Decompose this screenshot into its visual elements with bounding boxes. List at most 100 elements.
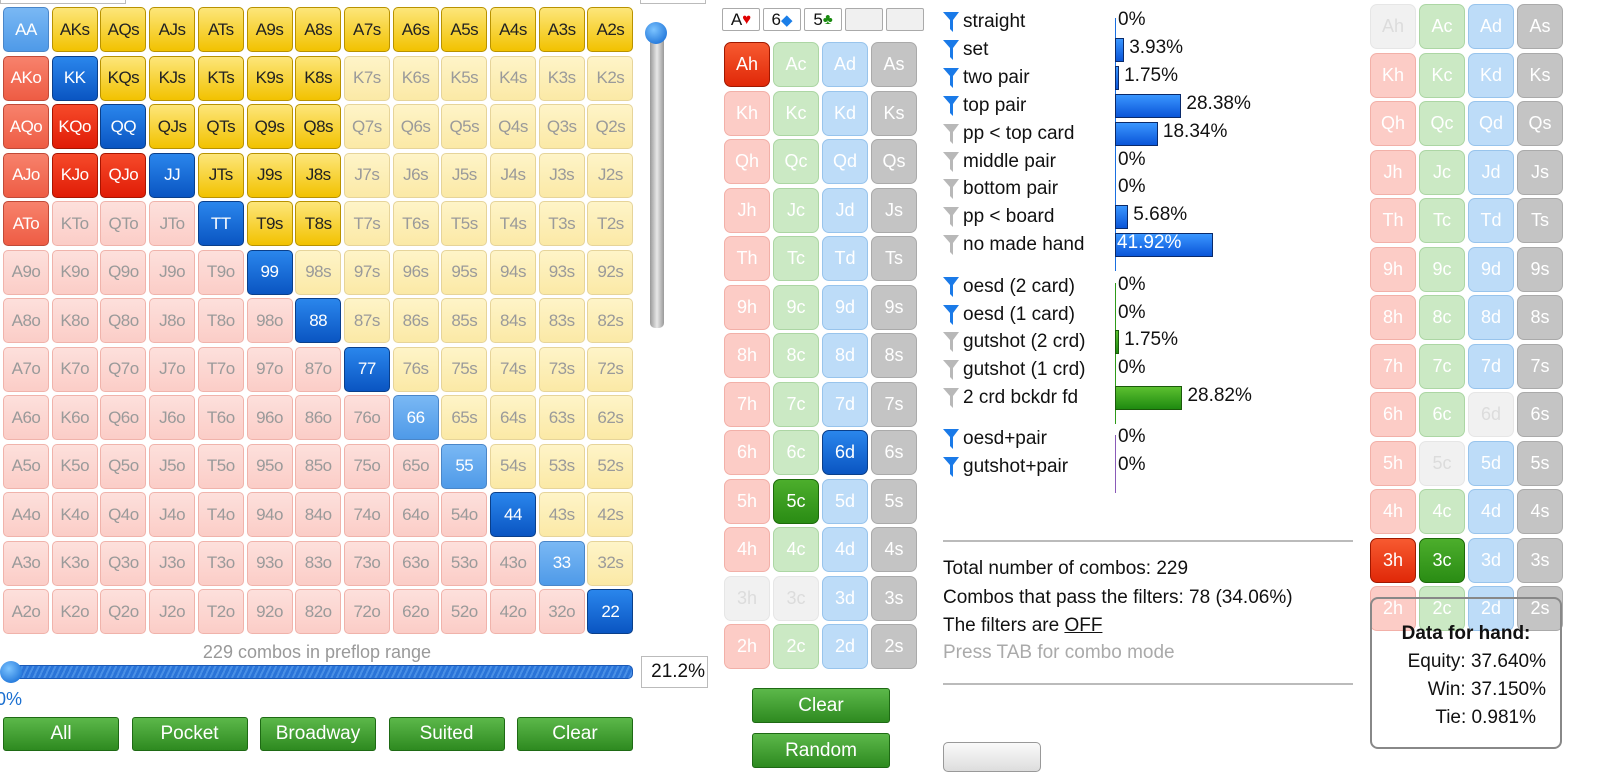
range-cell-Q8s[interactable]: Q8s (295, 104, 342, 149)
range-cell-Q6o[interactable]: Q6o (100, 395, 147, 440)
range-cell-J7o[interactable]: J7o (149, 346, 196, 392)
bottom-button[interactable] (943, 742, 1041, 772)
range-cell-K5s[interactable]: K5s (441, 55, 488, 101)
board-card-Tc[interactable]: Tc (773, 236, 819, 281)
range-cell-32o[interactable]: 32o (538, 589, 585, 634)
hand-card-3s[interactable]: 3s (1517, 537, 1563, 583)
range-cell-A9o[interactable]: A9o (3, 249, 49, 295)
range-cell-82o[interactable]: 82o (295, 589, 342, 634)
range-cell-J4o[interactable]: J4o (149, 492, 196, 537)
board-card-Ad[interactable]: Ad (822, 42, 868, 87)
board-card-3h[interactable]: 3h (724, 575, 770, 621)
range-cell-T8o[interactable]: T8o (197, 298, 244, 343)
hand-card-Kd[interactable]: Kd (1468, 52, 1514, 98)
range-cell-52s[interactable]: 52s (587, 443, 634, 489)
hand-card-3c[interactable]: 3c (1419, 537, 1465, 583)
range-cell-82s[interactable]: 82s (587, 298, 634, 343)
range-cell-Q8o[interactable]: Q8o (100, 298, 147, 343)
top-field[interactable] (640, 0, 706, 4)
hand-card-6h[interactable]: 6h (1370, 392, 1416, 437)
range-cell-98s[interactable]: 98s (295, 249, 342, 295)
range-cell-KJs[interactable]: KJs (149, 55, 196, 101)
range-cell-JTo[interactable]: JTo (149, 201, 196, 246)
hand-card-8s[interactable]: 8s (1517, 295, 1563, 340)
range-cell-97s[interactable]: 97s (343, 249, 390, 295)
board-card-slot[interactable] (845, 8, 883, 31)
range-cell-92s[interactable]: 92s (587, 249, 634, 295)
range-cell-95o[interactable]: 95o (246, 443, 293, 489)
filter-row[interactable]: set (943, 37, 988, 63)
range-cell-J7s[interactable]: J7s (343, 152, 390, 198)
hand-card-As[interactable]: As (1517, 4, 1563, 49)
hand-card-9c[interactable]: 9c (1419, 246, 1465, 292)
board-card-6c[interactable]: 6c (773, 430, 819, 475)
board-card-5d[interactable]: 5d (822, 478, 868, 524)
range-cell-K3o[interactable]: K3o (51, 540, 98, 586)
range-cell-64s[interactable]: 64s (490, 395, 536, 440)
range-suited-button[interactable]: Suited (388, 717, 505, 751)
range-cell-J2o[interactable]: J2o (149, 589, 196, 634)
hand-card-Kh[interactable]: Kh (1370, 52, 1416, 98)
range-cell-T7o[interactable]: T7o (197, 346, 244, 392)
range-cell-T8s[interactable]: T8s (295, 201, 342, 246)
range-cell-T9o[interactable]: T9o (197, 249, 244, 295)
hand-card-4d[interactable]: 4d (1468, 489, 1514, 534)
range-cell-83o[interactable]: 83o (295, 540, 342, 586)
range-cell-T4o[interactable]: T4o (197, 492, 244, 537)
board-card-Kh[interactable]: Kh (724, 90, 770, 136)
range-cell-75o[interactable]: 75o (343, 443, 390, 489)
range-cell-J5s[interactable]: J5s (441, 152, 488, 198)
range-cell-85o[interactable]: 85o (295, 443, 342, 489)
filter-funnel-icon[interactable] (943, 234, 959, 256)
filter-funnel-icon[interactable] (943, 39, 959, 61)
range-cell-QJs[interactable]: QJs (149, 104, 196, 149)
range-cell-K7o[interactable]: K7o (51, 346, 98, 392)
range-cell-JTs[interactable]: JTs (197, 152, 244, 198)
range-cell-63s[interactable]: 63s (538, 395, 585, 440)
range-cell-62o[interactable]: 62o (392, 589, 439, 634)
range-cell-Q5o[interactable]: Q5o (100, 443, 147, 489)
range-cell-K8s[interactable]: K8s (295, 55, 342, 101)
range-cell-99[interactable]: 99 (246, 249, 293, 295)
board-card-Kc[interactable]: Kc (773, 90, 819, 136)
board-card-3c[interactable]: 3c (773, 575, 819, 621)
range-cell-A8o[interactable]: A8o (3, 298, 49, 343)
range-cell-K9s[interactable]: K9s (246, 55, 293, 101)
range-cell-AJo[interactable]: AJo (3, 152, 49, 198)
board-card-3s[interactable]: 3s (871, 575, 917, 621)
range-cell-J5o[interactable]: J5o (149, 443, 196, 489)
hand-card-Ac[interactable]: Ac (1419, 4, 1465, 49)
range-cell-KTs[interactable]: KTs (197, 55, 244, 101)
range-cell-63o[interactable]: 63o (392, 540, 439, 586)
hand-card-5c[interactable]: 5c (1419, 440, 1465, 486)
filter-funnel-icon[interactable] (943, 95, 959, 117)
range-cell-93s[interactable]: 93s (538, 249, 585, 295)
range-cell-AKo[interactable]: AKo (3, 55, 49, 101)
board-card-5s[interactable]: 5s (871, 478, 917, 524)
board-card-slot[interactable] (886, 8, 924, 31)
board-card-9d[interactable]: 9d (822, 284, 868, 330)
board-card-As[interactable]: As (871, 42, 917, 87)
range-cell-JJ[interactable]: JJ (149, 152, 196, 198)
range-cell-65o[interactable]: 65o (392, 443, 439, 489)
hand-card-Td[interactable]: Td (1468, 198, 1514, 243)
vertical-slider-knob[interactable] (645, 22, 667, 44)
board-card-6s[interactable]: 6s (871, 430, 917, 475)
range-cell-A2s[interactable]: A2s (587, 7, 634, 52)
range-cell-AKs[interactable]: AKs (51, 7, 98, 52)
filters-toggle-link[interactable]: OFF (1064, 615, 1102, 636)
range-cell-64o[interactable]: 64o (392, 492, 439, 537)
filter-funnel-icon[interactable] (943, 331, 959, 353)
range-cell-53s[interactable]: 53s (538, 443, 585, 489)
board-card-6h[interactable]: 6h (724, 430, 770, 475)
range-cell-76o[interactable]: 76o (343, 395, 390, 440)
vertical-slider-track[interactable] (650, 26, 664, 328)
range-cell-Q4s[interactable]: Q4s (490, 104, 536, 149)
hand-card-6s[interactable]: 6s (1517, 392, 1563, 437)
range-cell-Q2s[interactable]: Q2s (587, 104, 634, 149)
range-cell-T6s[interactable]: T6s (392, 201, 439, 246)
board-card-8d[interactable]: 8d (822, 333, 868, 378)
range-cell-Q9s[interactable]: Q9s (246, 104, 293, 149)
hand-card-Qh[interactable]: Qh (1370, 101, 1416, 146)
range-cell-42s[interactable]: 42s (587, 492, 634, 537)
